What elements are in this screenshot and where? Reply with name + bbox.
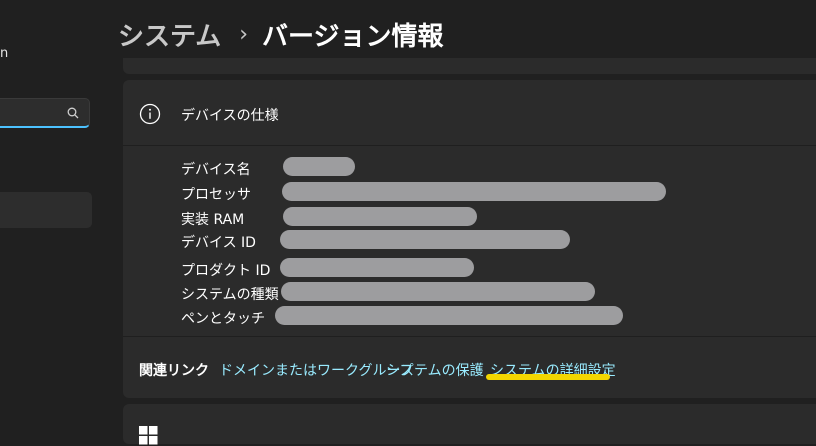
redacted-value [280, 258, 474, 277]
device-specs-title: デバイスの仕様 [181, 108, 279, 124]
windows-icon [139, 426, 158, 445]
breadcrumb: システム › バージョン情報 [118, 14, 444, 54]
sidebar-item-selected[interactable] [0, 192, 92, 228]
previous-card [123, 58, 816, 74]
windows-specs-card[interactable] [123, 404, 816, 445]
link-domain-workgroup[interactable]: ドメインまたはワークグループ [219, 360, 414, 380]
redacted-value [275, 306, 623, 325]
chevron-right-icon: › [239, 21, 249, 47]
device-specs-header[interactable]: デバイスの仕様 [123, 80, 816, 146]
redacted-value [283, 207, 477, 226]
user-name: n [0, 46, 9, 61]
spec-label: 実装 RAM [181, 212, 245, 228]
page-title: バージョン情報 [262, 21, 444, 52]
redacted-value [281, 282, 595, 301]
info-icon [139, 103, 161, 125]
spec-label: プロセッサ [181, 187, 251, 203]
spec-label: ペンとタッチ [181, 311, 265, 327]
sidebar: n [0, 0, 104, 430]
device-specs-card: デバイスの仕様 デバイス名 プロセッサ 実装 RAM デバイス ID プロダクト… [123, 80, 816, 398]
search-input[interactable] [0, 98, 90, 128]
redacted-value [282, 182, 666, 201]
spec-label: システムの種類 [181, 287, 279, 303]
redacted-value [280, 230, 570, 249]
breadcrumb-parent[interactable]: システム [118, 16, 221, 53]
spec-label: デバイス名 [181, 162, 251, 178]
related-links-label: 関連リンク [139, 363, 209, 379]
spec-label: プロダクト ID [181, 263, 271, 279]
link-system-protection[interactable]: システムの保護 [386, 360, 484, 380]
search-icon[interactable] [67, 107, 79, 119]
divider [123, 336, 816, 337]
redacted-value [283, 157, 355, 176]
highlight-underline [486, 374, 610, 380]
spec-label: デバイス ID [181, 235, 256, 251]
